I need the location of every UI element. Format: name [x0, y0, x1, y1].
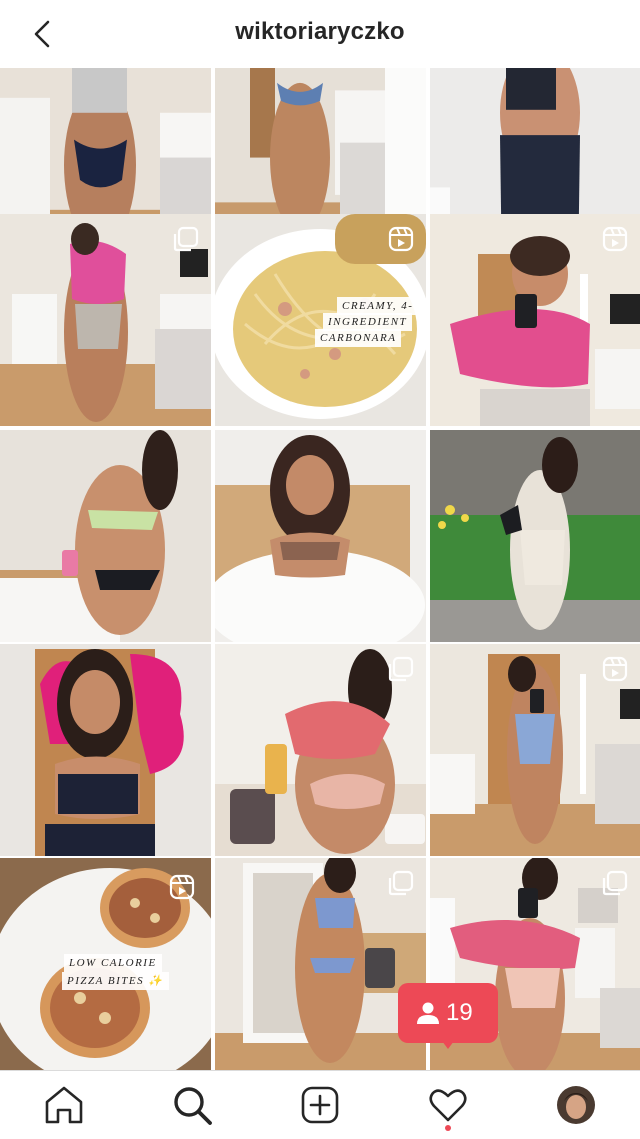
post-thumbnail[interactable] — [0, 214, 211, 426]
post-thumbnail[interactable]: CREAMY, 4- INGREDIENT CARBONARA — [215, 214, 426, 426]
activity-indicator-dot — [445, 1125, 451, 1131]
post-thumbnail[interactable] — [215, 430, 426, 642]
nav-home[interactable] — [42, 1083, 86, 1127]
nav-new-post[interactable] — [298, 1083, 342, 1127]
post-caption-line: LOW CALORIE — [64, 954, 162, 972]
post-thumbnail[interactable] — [0, 430, 211, 642]
post-caption-line: PIZZA BITES ✨ — [62, 972, 169, 990]
post-image — [0, 644, 211, 856]
reels-icon — [169, 874, 195, 900]
post-thumbnail[interactable] — [430, 430, 640, 642]
search-icon — [174, 1087, 212, 1125]
carousel-icon — [388, 870, 414, 896]
activity-heart-icon — [429, 1089, 467, 1122]
carousel-icon — [388, 656, 414, 682]
nav-activity[interactable] — [426, 1083, 470, 1127]
post-thumbnail[interactable] — [430, 644, 640, 856]
bottom-navigation — [0, 1070, 640, 1139]
carousel-icon — [602, 870, 628, 896]
post-image — [215, 430, 426, 642]
new-post-icon — [301, 1086, 339, 1124]
home-icon — [45, 1086, 83, 1124]
reels-icon — [388, 226, 414, 252]
profile-username: wiktoriaryczko — [235, 18, 405, 45]
post-thumbnail[interactable]: LOW CALORIE PIZZA BITES ✨ — [0, 858, 211, 1070]
follower-count: 19 — [446, 999, 473, 1026]
person-icon — [417, 1002, 439, 1024]
post-thumbnail[interactable] — [215, 858, 426, 1070]
profile-header: wiktoriaryczko — [0, 0, 640, 68]
nav-profile[interactable] — [554, 1083, 598, 1127]
post-thumbnail[interactable] — [215, 644, 426, 856]
post-image — [0, 430, 211, 642]
follower-notification[interactable]: 19 — [398, 983, 498, 1049]
explore-grid: CREAMY, 4- INGREDIENT CARBONARA LOW CALO… — [0, 68, 640, 1070]
post-caption-line: CARBONARA — [315, 329, 402, 347]
carousel-icon — [173, 226, 199, 252]
notification-tail — [442, 1041, 454, 1049]
post-thumbnail[interactable] — [430, 214, 640, 426]
reels-icon — [602, 226, 628, 252]
post-thumbnail[interactable] — [0, 644, 211, 856]
post-image — [430, 430, 640, 642]
reels-icon — [602, 656, 628, 682]
profile-avatar — [557, 1086, 595, 1124]
nav-search[interactable] — [170, 1083, 214, 1127]
